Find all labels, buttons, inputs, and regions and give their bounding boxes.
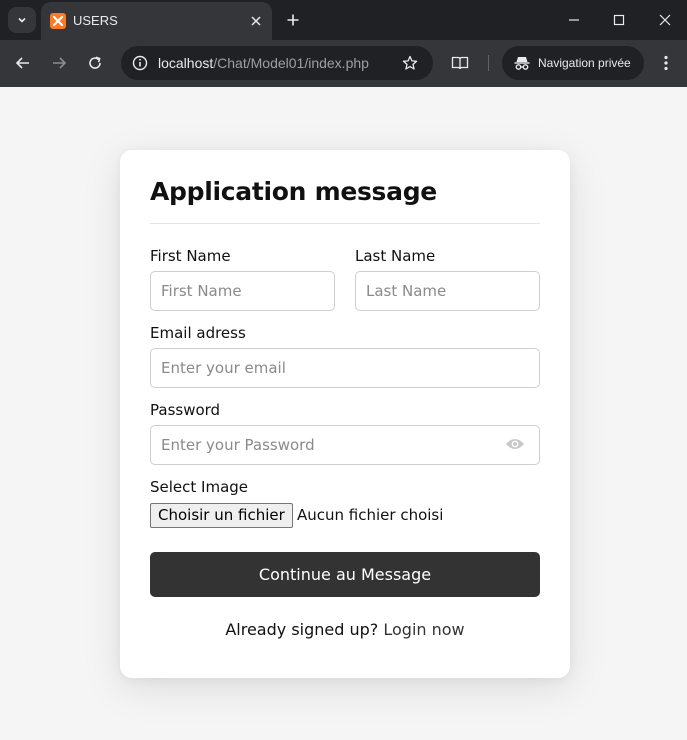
title-divider — [150, 223, 540, 224]
incognito-icon — [513, 54, 531, 72]
select-image-label: Select Image — [150, 478, 249, 496]
url-path: /Chat/Model01/index.php — [213, 55, 369, 71]
new-tab-button[interactable] — [282, 9, 304, 31]
signin-prompt-row: Already signed up? Login now — [120, 620, 570, 639]
chevron-down-icon — [18, 17, 26, 23]
choose-file-button[interactable]: Choisir un fichier — [150, 503, 293, 528]
show-password-toggle[interactable] — [505, 436, 525, 452]
window-close-button[interactable] — [655, 10, 675, 30]
login-now-link[interactable]: Login now — [383, 620, 464, 639]
page-viewport: Application message First Name Last Name… — [0, 87, 687, 740]
url-host: localhost — [158, 55, 214, 71]
minimize-button[interactable] — [564, 10, 584, 30]
back-button[interactable] — [12, 52, 34, 74]
signup-form-card: Application message First Name Last Name… — [120, 150, 570, 678]
forward-button[interactable] — [48, 52, 70, 74]
browser-tab-strip: USERS — [0, 0, 687, 40]
browser-tab[interactable]: USERS — [41, 2, 272, 40]
continue-message-button[interactable]: Continue au Message — [150, 552, 540, 597]
close-icon — [251, 16, 261, 26]
star-icon — [402, 55, 418, 70]
info-icon — [132, 55, 148, 71]
form-title: Application message — [150, 177, 437, 206]
last-name-field[interactable] — [355, 271, 540, 311]
email-label: Email adress — [150, 324, 246, 342]
signin-prompt-text: Already signed up? — [225, 620, 379, 639]
eye-icon — [506, 439, 524, 449]
reload-button[interactable] — [84, 52, 106, 74]
maximize-icon — [613, 14, 625, 26]
first-name-field[interactable] — [150, 271, 335, 311]
file-status-text: Aucun fichier choisi — [297, 506, 444, 524]
password-field[interactable] — [150, 425, 540, 465]
tab-search-button[interactable] — [8, 7, 36, 33]
close-icon — [659, 14, 671, 26]
xampp-icon — [50, 13, 66, 29]
incognito-indicator[interactable]: Navigation privée — [502, 46, 644, 80]
arrow-left-icon — [15, 57, 29, 69]
kebab-menu-icon — [664, 55, 668, 71]
reader-mode-button[interactable] — [449, 52, 471, 74]
address-url: localhost/Chat/Model01/index.php — [158, 55, 369, 71]
incognito-label: Navigation privée — [538, 56, 631, 70]
minimize-icon — [569, 19, 579, 21]
address-bar[interactable]: localhost/Chat/Model01/index.php — [121, 46, 433, 80]
tab-close-button[interactable] — [247, 12, 265, 30]
reload-icon — [89, 56, 101, 69]
browser-toolbar: localhost/Chat/Model01/index.php Navigat… — [0, 40, 687, 87]
toolbar-divider — [488, 55, 489, 71]
arrow-right-icon — [53, 57, 67, 69]
tab-title: USERS — [73, 13, 118, 28]
first-name-label: First Name — [150, 247, 231, 265]
maximize-button[interactable] — [609, 10, 629, 30]
reader-mode-icon — [451, 56, 469, 70]
last-name-label: Last Name — [355, 247, 436, 265]
email-field[interactable] — [150, 348, 540, 388]
bookmark-button[interactable] — [399, 52, 421, 74]
password-label: Password — [150, 401, 221, 419]
site-info-button[interactable] — [129, 52, 151, 74]
browser-menu-button[interactable] — [657, 52, 675, 74]
plus-icon — [287, 14, 299, 26]
